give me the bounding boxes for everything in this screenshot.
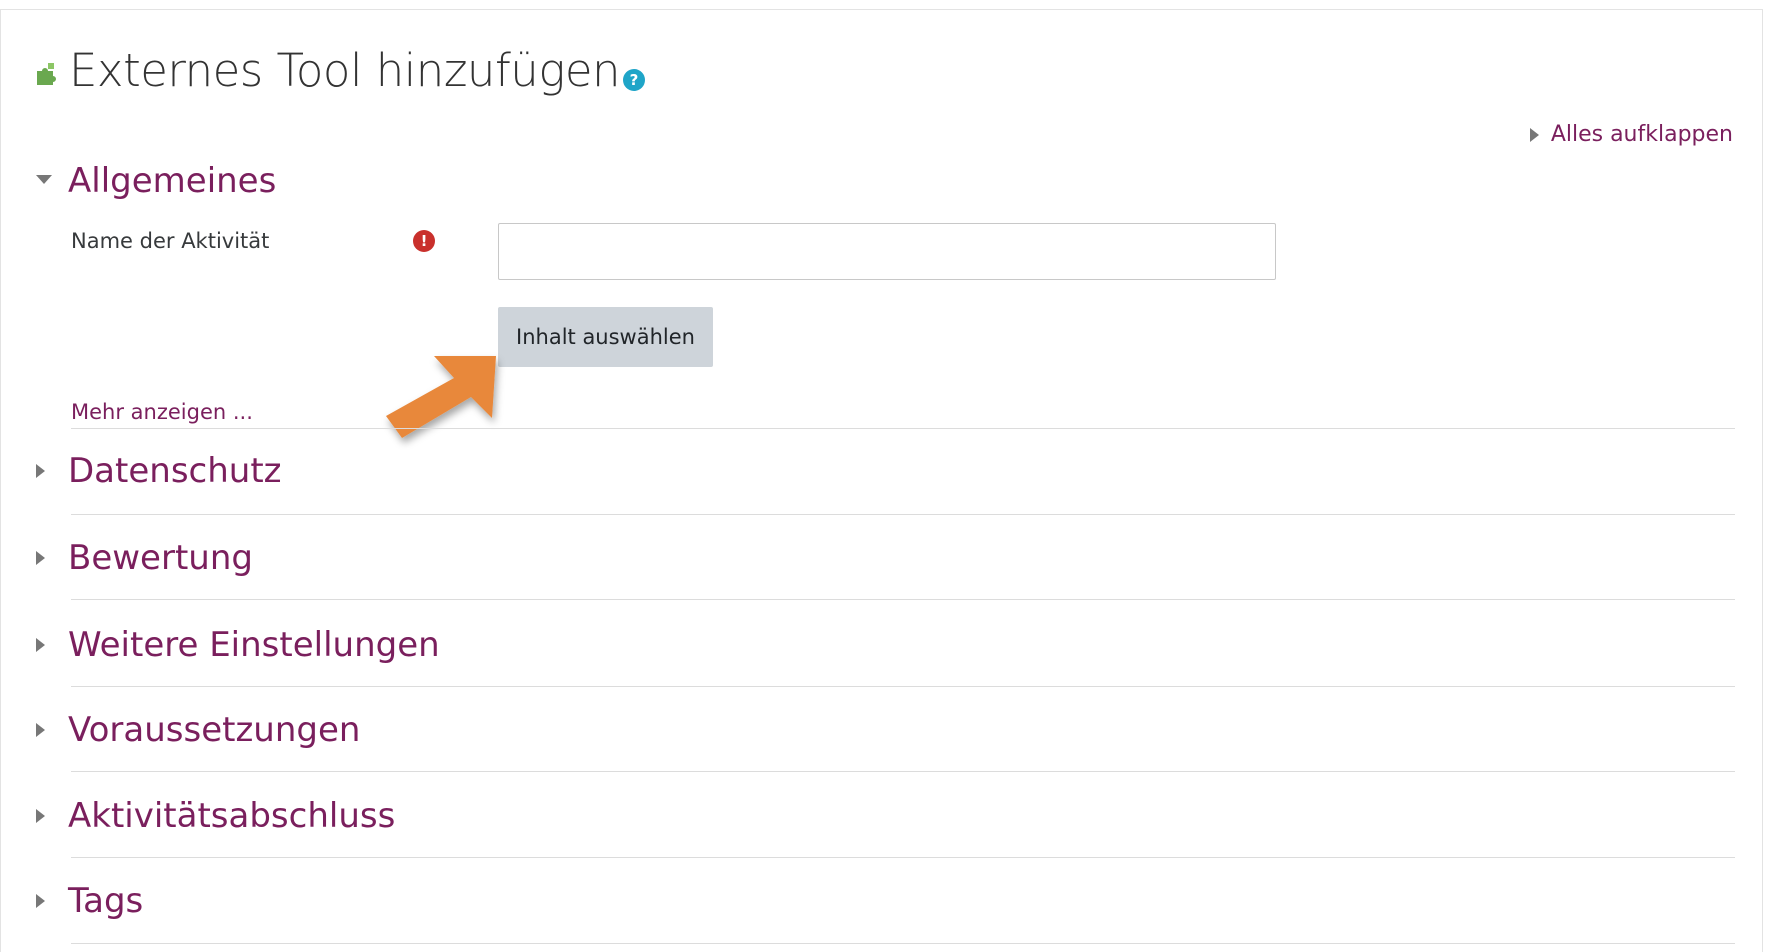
section-bewertung-header[interactable]: Bewertung — [36, 537, 253, 579]
section-heading-aktivitaetsabschluss: Aktivitätsabschluss — [68, 796, 396, 836]
divider — [71, 428, 1735, 429]
divider — [71, 686, 1735, 687]
section-heading-datenschutz: Datenschutz — [68, 451, 282, 491]
caret-right-icon — [36, 638, 45, 652]
divider — [71, 514, 1735, 515]
page-title: Externes Tool hinzufügen — [69, 44, 621, 97]
caret-down-icon — [36, 174, 52, 184]
divider — [71, 857, 1735, 858]
caret-right-icon — [36, 894, 45, 908]
section-weitere-einstellungen-header[interactable]: Weitere Einstellungen — [36, 624, 440, 666]
section-voraussetzungen-header[interactable]: Voraussetzungen — [36, 709, 360, 751]
section-heading-tags: Tags — [68, 881, 144, 921]
caret-right-icon — [36, 723, 45, 737]
activity-name-label: Name der Aktivität — [71, 229, 270, 253]
section-tags-header[interactable]: Tags — [36, 880, 143, 922]
caret-right-icon — [36, 551, 45, 565]
select-content-button[interactable]: Inhalt auswählen — [498, 307, 713, 367]
page-title-row: Externes Tool hinzufügen ? — [34, 44, 646, 97]
activity-name-input[interactable] — [498, 223, 1276, 280]
section-heading-bewertung: Bewertung — [68, 538, 253, 578]
puzzle-piece-icon — [34, 52, 69, 90]
show-more-link[interactable]: Mehr anzeigen ... — [71, 400, 253, 424]
section-allgemeines-header[interactable]: Allgemeines — [36, 160, 276, 202]
section-heading-weitere-einstellungen: Weitere Einstellungen — [68, 625, 440, 665]
section-aktivitaetsabschluss-header[interactable]: Aktivitätsabschluss — [36, 795, 395, 837]
required-icon: ! — [413, 230, 435, 252]
section-heading-voraussetzungen: Voraussetzungen — [68, 710, 361, 750]
caret-right-icon — [36, 464, 45, 478]
caret-right-icon — [1529, 127, 1539, 142]
section-datenschutz-header[interactable]: Datenschutz — [36, 450, 282, 492]
divider — [71, 599, 1735, 600]
help-icon[interactable]: ? — [623, 69, 646, 91]
caret-right-icon — [36, 809, 45, 823]
divider — [71, 771, 1735, 772]
section-heading-allgemeines: Allgemeines — [68, 161, 277, 201]
divider — [71, 943, 1735, 944]
expand-all-link[interactable]: Alles aufklappen — [1529, 122, 1733, 147]
expand-all-label: Alles aufklappen — [1550, 122, 1733, 147]
